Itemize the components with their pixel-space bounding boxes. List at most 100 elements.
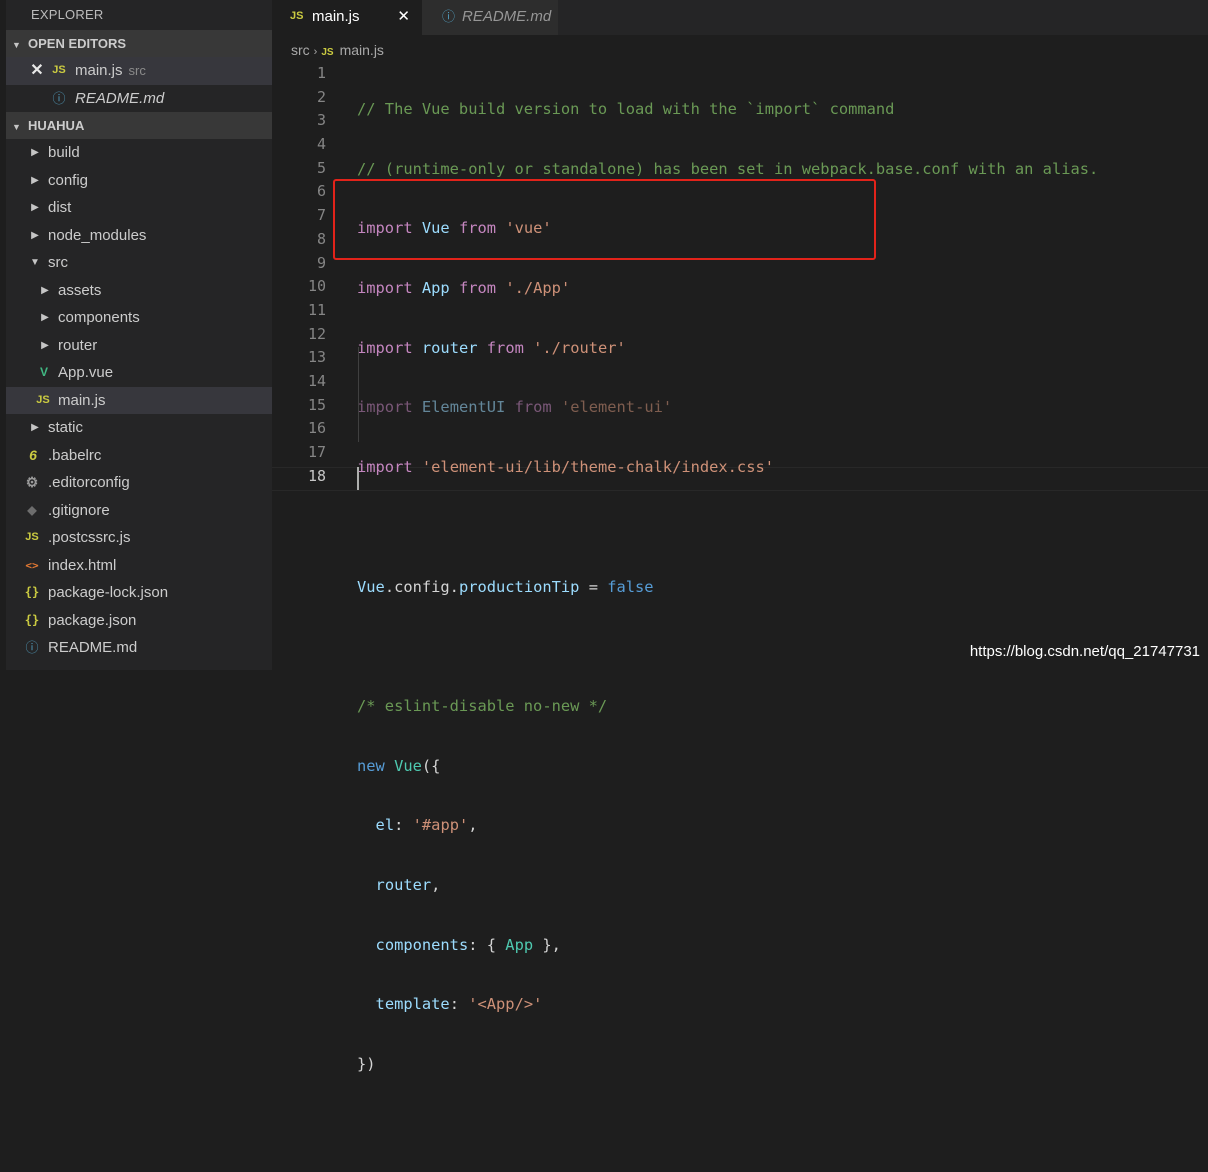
- code-keyword: new: [357, 756, 385, 775]
- tree-folder-src[interactable]: ▼ src: [6, 249, 272, 277]
- tree-label: package-lock.json: [48, 584, 169, 601]
- code-string: 'element-ui': [560, 398, 673, 417]
- code-identifier: Vue: [357, 577, 385, 596]
- line-number: 8: [316, 229, 326, 248]
- code-string: './App': [505, 279, 571, 298]
- code-class: Vue: [394, 756, 422, 775]
- tree-label: static: [48, 419, 84, 436]
- line-number: 16: [307, 419, 326, 438]
- tree-file-index-html[interactable]: <> index.html: [6, 552, 272, 580]
- tree-file-readme[interactable]: ⓘ README.md: [6, 634, 272, 662]
- breadcrumb-file[interactable]: main.js: [340, 39, 384, 61]
- tree-folder-build[interactable]: ▶ build: [6, 139, 272, 167]
- tree-label: dist: [48, 199, 72, 216]
- code-punct: : {: [468, 935, 506, 954]
- tree-file-gitignore[interactable]: ◆ .gitignore: [6, 497, 272, 525]
- tree-label: .gitignore: [48, 501, 110, 519]
- line-number-gutter: 1 2 3 4 5 6 7 8 9 10 11 12 13 14 15 16 1…: [272, 62, 326, 488]
- tree-label: .editorconfig: [48, 474, 130, 491]
- close-icon[interactable]: ✕: [28, 57, 46, 85]
- chevron-right-icon: ▶: [31, 174, 39, 186]
- tree-folder-assets[interactable]: ▶ assets: [6, 277, 272, 305]
- code-line: new Vue({: [357, 755, 1098, 779]
- code-line: import router from './router': [357, 337, 1098, 361]
- indent-guide: [358, 347, 359, 442]
- json-file-icon: {}: [24, 612, 40, 627]
- code-comment: /* eslint-disable no-new */: [357, 696, 608, 715]
- json-file-icon: {}: [24, 585, 40, 599]
- breadcrumb-folder[interactable]: src: [291, 39, 310, 61]
- open-editor-main-js[interactable]: ✕ JS main.js src: [6, 57, 272, 85]
- code-editor[interactable]: 1 2 3 4 5 6 7 8 9 10 11 12 13 14 15 16 1…: [272, 62, 1208, 1073]
- tree-folder-router[interactable]: ▶ router: [6, 332, 272, 360]
- code-punct: :: [449, 995, 469, 1014]
- code-identifier: productionTip: [458, 577, 580, 596]
- tree-label: build: [48, 144, 80, 161]
- open-editor-label: main.js: [75, 62, 123, 79]
- code-punct: =: [579, 577, 608, 596]
- chevron-right-icon: ▶: [41, 312, 49, 323]
- highlight-annotation-box: [333, 179, 876, 260]
- code-line: }): [357, 1053, 1098, 1077]
- tree-label: package.json: [48, 611, 137, 629]
- tree-file-package-lock-json[interactable]: {} package-lock.json: [6, 579, 272, 607]
- tree-label: assets: [58, 281, 102, 299]
- open-editor-readme[interactable]: ⓘ README.md: [6, 85, 272, 113]
- tree-file-postcssrc[interactable]: JS .postcssrc.js: [6, 524, 272, 552]
- tree-label: src: [48, 254, 68, 271]
- code-comment: // The Vue build version to load with th…: [357, 100, 895, 118]
- code-identifier: router: [421, 338, 478, 357]
- info-file-icon: ⓘ: [52, 90, 66, 106]
- tree-folder-components[interactable]: ▶ components: [6, 304, 272, 332]
- chevron-right-icon: ▶: [31, 229, 39, 241]
- watermark: https://blog.csdn.net/qq_21747731: [969, 643, 1200, 660]
- breadcrumb: src › JS main.js: [291, 39, 384, 61]
- explorer-title: EXPLORER: [31, 7, 104, 22]
- code-keyword: from: [486, 338, 524, 357]
- babel-file-icon: 6: [29, 446, 37, 463]
- code-line: // The Vue build version to load with th…: [357, 98, 1098, 122]
- chevron-right-icon: ▶: [31, 422, 39, 433]
- code-string: './router': [533, 338, 626, 357]
- tree-folder-dist[interactable]: ▶ dist: [6, 194, 272, 222]
- code-line: import App from './App': [357, 277, 1098, 301]
- open-editor-desc: src: [128, 63, 146, 78]
- line-number: 12: [307, 324, 326, 343]
- open-editors-header[interactable]: ▼ OPEN EDITORS: [6, 30, 272, 57]
- code-keyword: false: [607, 577, 654, 596]
- chevron-right-icon: ▶: [41, 284, 49, 296]
- code-punct: }): [357, 1055, 376, 1073]
- editor-tab-bar: JS main.js ✕ ⓘ README.md: [272, 0, 1208, 35]
- tree-folder-node-modules[interactable]: ▶ node_modules: [6, 222, 272, 250]
- open-editor-label: README.md: [75, 89, 165, 107]
- tree-label: README.md: [48, 639, 138, 656]
- tree-folder-config[interactable]: ▶ config: [6, 167, 272, 195]
- tree-file-babelrc[interactable]: 6 .babelrc: [6, 442, 272, 470]
- tree-label: index.html: [48, 556, 117, 574]
- code-line: el: '#app',: [357, 814, 1098, 838]
- code-punct: :: [394, 816, 413, 835]
- tab-label: main.js: [312, 8, 360, 25]
- tab-readme[interactable]: ⓘ README.md: [422, 0, 558, 35]
- tree-label: node_modules: [48, 226, 147, 244]
- chevron-down-icon: ▼: [30, 257, 40, 268]
- code-keyword: import: [357, 338, 413, 357]
- line-number: 17: [307, 443, 326, 461]
- tree-label: main.js: [58, 391, 106, 409]
- tree-file-app-vue[interactable]: V App.vue: [6, 359, 272, 387]
- line-number: 13: [307, 348, 326, 367]
- line-number: 15: [307, 395, 326, 414]
- code-line: Vue.config.productionTip = false: [357, 576, 1098, 600]
- code-line: import ElementUI from 'element-ui': [357, 396, 1098, 420]
- close-icon[interactable]: ✕: [397, 0, 410, 33]
- tree-folder-static[interactable]: ▶ static: [6, 414, 272, 442]
- tree-file-main-js[interactable]: JS main.js: [6, 386, 272, 414]
- line-number: 9: [316, 253, 326, 272]
- js-file-icon: JS: [290, 10, 304, 22]
- project-header[interactable]: ▼ HUAHUA: [6, 112, 272, 139]
- tab-main-js[interactable]: JS main.js ✕: [272, 0, 422, 35]
- line-number: 4: [316, 135, 326, 154]
- tree-file-package-json[interactable]: {} package.json: [6, 607, 272, 635]
- js-file-icon: JS: [25, 531, 39, 543]
- tree-file-editorconfig[interactable]: ⚙ .editorconfig: [6, 469, 272, 497]
